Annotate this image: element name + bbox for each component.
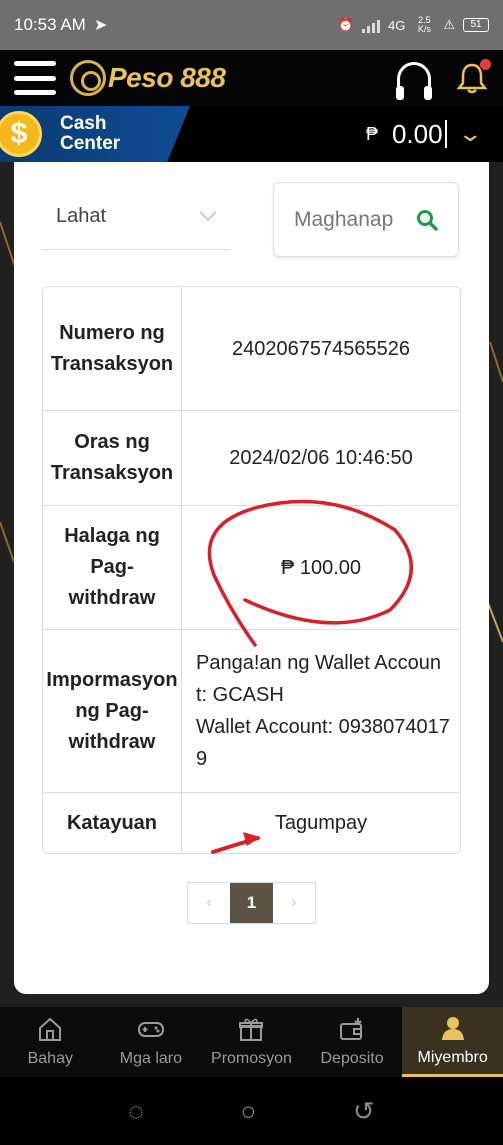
nav-label: Bahay <box>27 1050 73 1067</box>
nav-promotions[interactable]: Promosyon <box>201 1007 302 1077</box>
wallet-icon <box>340 1018 363 1040</box>
nav-member[interactable]: Miyembro <box>402 1007 503 1077</box>
nav-home[interactable]: Bahay <box>0 1007 101 1077</box>
support-headset-icon[interactable] <box>396 62 432 100</box>
nav-games[interactable]: Mga laro <box>101 1007 202 1077</box>
nav-label: Miyembro <box>417 1048 488 1066</box>
back-icon[interactable]: ↺ <box>353 1096 375 1127</box>
gift-icon <box>239 1018 264 1041</box>
nav-label: Promosyon <box>211 1050 292 1067</box>
telegram-icon: ➤ <box>93 17 108 34</box>
table-row: Halaga ng Pag-withdraw ₱ 100.00 <box>43 506 460 630</box>
cash-center-button[interactable]: $ Cash Center <box>0 106 190 162</box>
brand-name: Peso 888 <box>108 62 226 93</box>
balance-amount: 0.00 <box>391 118 443 149</box>
system-nav-bar: ◌ ○ ↺ <box>0 1077 503 1145</box>
row-label: Oras ng Transaksyon <box>43 411 182 505</box>
cash-center-label: Cash Center <box>60 113 121 154</box>
alarm-icon: ⏰ <box>337 17 354 32</box>
withdraw-amount: ₱ 100.00 <box>280 556 362 579</box>
table-row: Numero ng Transaksyon 2402067574565526 <box>43 287 460 411</box>
transaction-panel: Lahat Maghanap Numero ng Transaksyon 240… <box>14 162 489 994</box>
notification-bell-icon[interactable] <box>455 59 491 95</box>
next-page-button[interactable]: › <box>273 883 315 923</box>
table-row: Katayuan Tagumpay <box>43 793 460 853</box>
chevron-down-icon <box>199 203 217 221</box>
battery-icon: 51 <box>463 18 489 32</box>
home-circle-icon[interactable]: ○ <box>240 1096 256 1127</box>
cash-center-bar: $ Cash Center ₱ 0.00 ⌄ <box>0 106 503 162</box>
member-icon <box>441 1016 464 1040</box>
row-label: Numero ng Transaksyon <box>43 287 182 410</box>
status-time: 10:53 AM <box>14 15 86 34</box>
prev-page-button[interactable]: ‹ <box>188 883 230 923</box>
status-bar: 10:53 AM ➤ ⏰ 4G 2.5 K/s ⚠ 51 <box>0 0 503 50</box>
pagination: ‹ 1 › <box>187 882 316 924</box>
balance-display[interactable]: ₱ 0.00 ⌄ <box>366 119 503 150</box>
home-icon <box>39 1017 62 1041</box>
menu-icon[interactable] <box>14 61 56 95</box>
transaction-number: 2402067574565526 <box>232 337 410 360</box>
app-header: Peso 888 <box>0 50 503 106</box>
recent-apps-icon[interactable]: ◌ <box>128 1096 143 1127</box>
search-label: Maghanap <box>294 207 394 231</box>
wallet-account-number: Wallet Account: 09380740179 <box>196 716 450 770</box>
currency-symbol: ₱ <box>365 123 378 144</box>
network-speed: 2.5 K/s <box>417 15 431 34</box>
row-label: Halaga ng Pag-withdraw <box>43 506 182 629</box>
transaction-details-table: Numero ng Transaksyon 2402067574565526 O… <box>42 286 461 854</box>
logo-icon <box>70 60 106 96</box>
table-row: Impormasyon ng Pag-withdraw Panga!an ng … <box>43 630 460 793</box>
filter-select[interactable]: Lahat <box>42 184 230 250</box>
search-icon <box>417 210 438 231</box>
text-cursor <box>444 120 447 148</box>
filter-value: Lahat <box>56 205 107 227</box>
table-row: Oras ng Transaksyon 2024/02/06 10:46:50 <box>43 411 460 506</box>
chevron-down-icon[interactable]: ⌄ <box>457 121 483 147</box>
nav-label: Mga laro <box>119 1050 183 1067</box>
signal-icon <box>362 17 380 33</box>
nav-deposit[interactable]: Deposito <box>302 1007 403 1077</box>
brand-logo: Peso 888 <box>70 60 226 96</box>
notification-dot <box>480 59 491 70</box>
row-label: Katayuan <box>43 793 182 853</box>
warning-icon: ⚠ <box>443 17 455 32</box>
status-icons: ⏰ 4G 2.5 K/s ⚠ 51 <box>338 16 489 34</box>
gamepad-icon <box>137 1022 164 1037</box>
network-type: 4G <box>388 17 406 33</box>
coin-icon: $ <box>0 111 42 157</box>
search-button[interactable]: Maghanap <box>273 182 459 257</box>
wallet-account-name: Panga!an ng Wallet Account: GCASH <box>196 652 441 706</box>
nav-label: Deposito <box>320 1050 384 1067</box>
status-value: Tagumpay <box>274 812 368 834</box>
bottom-nav: Bahay Mga laro Promosyon Deposito Miyemb… <box>0 1007 503 1077</box>
withdraw-info: Panga!an ng Wallet Account: GCASH Wallet… <box>182 630 460 792</box>
page-1-button[interactable]: 1 <box>230 883 273 923</box>
row-label: Impormasyon ng Pag-withdraw <box>43 630 182 792</box>
transaction-time: 2024/02/06 10:46:50 <box>229 447 413 469</box>
